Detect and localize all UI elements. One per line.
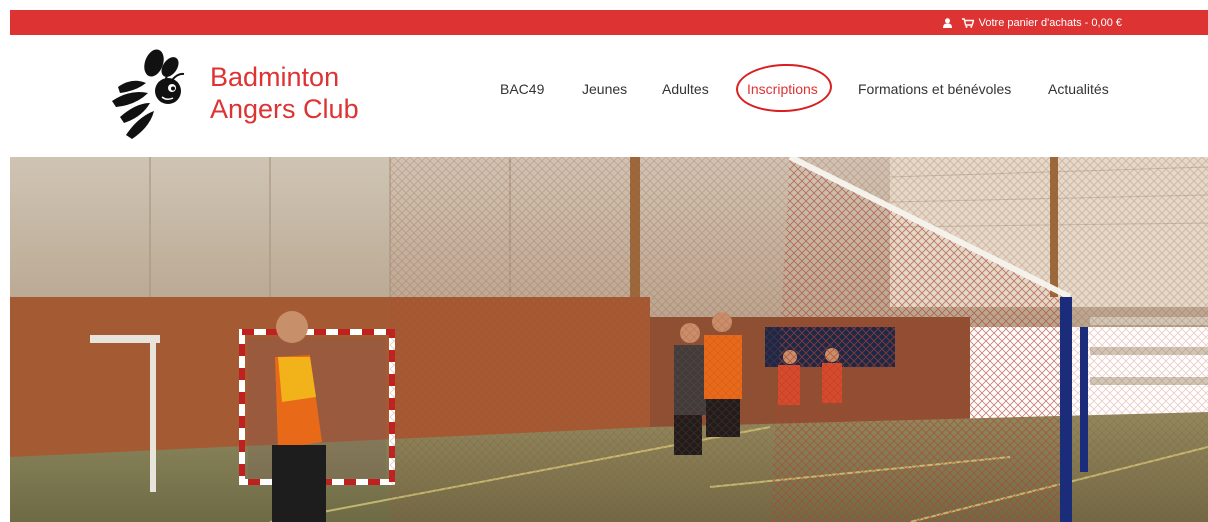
cart-link[interactable]: Votre panier d'achats - 0,00 € <box>961 16 1122 29</box>
nav-item-bac49[interactable]: BAC49 <box>500 79 544 99</box>
nav-item-adultes[interactable]: Adultes <box>662 79 709 99</box>
nav-item-formations[interactable]: Formations et bénévoles <box>858 79 1011 99</box>
top-bar: Votre panier d'achats - 0,00 € <box>10 10 1208 35</box>
site-title-line2: Angers Club <box>210 94 359 124</box>
user-icon[interactable] <box>942 17 952 28</box>
hero-photo <box>10 157 1208 522</box>
shopping-cart-icon <box>961 17 974 28</box>
highlight-circle-annotation <box>735 62 833 114</box>
site-title: Badminton Angers Club <box>210 61 359 125</box>
cart-label: Votre panier d'achats - 0,00 € <box>978 16 1122 29</box>
nav-item-jeunes[interactable]: Jeunes <box>582 79 627 99</box>
site-header: Badminton Angers Club BAC49 Jeunes Adult… <box>0 35 1208 157</box>
hero-image <box>10 157 1208 522</box>
bee-logo-icon <box>108 47 188 144</box>
site-logo-link[interactable]: Badminton Angers Club <box>108 47 359 144</box>
nav-item-actualites[interactable]: Actualités <box>1048 79 1109 99</box>
site-title-line1: Badminton <box>210 62 340 92</box>
top-bar-actions: Votre panier d'achats - 0,00 € <box>942 10 1122 35</box>
